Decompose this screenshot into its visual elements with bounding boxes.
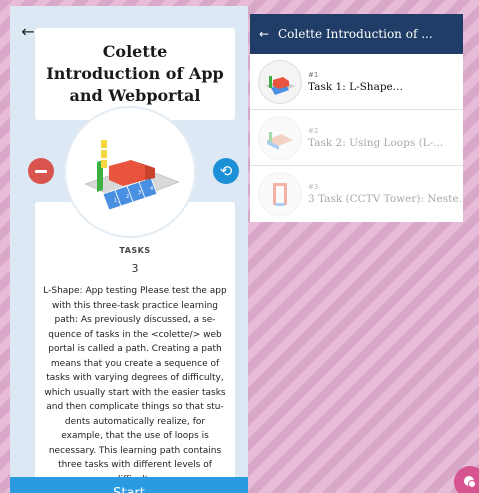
svg-text:3: 3 <box>138 190 141 196</box>
chat-fab-button[interactable] <box>454 466 479 493</box>
chat-bubble-icon <box>464 476 476 488</box>
path-title: Colette Introduction of App and Webporta… <box>46 42 224 105</box>
task-thumbnail-icon <box>258 59 302 104</box>
path-thumbnail: 1 2 3 4 <box>64 106 196 238</box>
task-number: #3 <box>308 183 319 191</box>
refresh-button[interactable]: ⟲ <box>213 158 239 184</box>
remove-button[interactable] <box>28 158 54 184</box>
tasks-label: TASKS <box>119 246 151 255</box>
task-list-panel: ← Colette Introduction of ... #1 Task 1:… <box>250 6 479 493</box>
svg-text:4: 4 <box>150 186 153 192</box>
task-number: #1 <box>308 70 319 79</box>
task-item-1[interactable]: #1 Task 1: L-Shape... <box>250 54 463 110</box>
task-title: Task 2: Using Loops (L-... <box>308 136 444 149</box>
l-shape-3d-icon: 1 2 3 4 <box>84 140 180 211</box>
path-description: L-Shape: App testing Please test the app… <box>43 286 227 485</box>
task-thumbnail-icon <box>258 172 302 216</box>
task-list: #1 Task 1: L-Shape... #2 Task 2: Using L… <box>250 54 463 222</box>
task-title: Task 1: L-Shape... <box>308 80 403 93</box>
path-detail-panel: ← Colette Introduction of App and Webpor… <box>10 6 248 493</box>
svg-text:2: 2 <box>126 194 129 200</box>
refresh-icon: ⟲ <box>219 162 233 180</box>
task-thumbnail-icon <box>258 115 302 160</box>
task-title: 3 Task (CCTV Tower): Neste... <box>308 193 463 205</box>
task-list-header: ← Colette Introduction of ... <box>250 14 463 54</box>
back-arrow-icon[interactable]: ← <box>250 27 278 41</box>
tasks-count: 3 <box>131 262 139 275</box>
task-number: #2 <box>308 126 319 135</box>
task-item-3[interactable]: #3 3 Task (CCTV Tower): Neste... <box>250 166 463 222</box>
task-item-2[interactable]: #2 Task 2: Using Loops (L-... <box>250 110 463 166</box>
path-info-card: TASKS 3 L-Shape: App testing Please test… <box>35 202 235 493</box>
svg-text:1: 1 <box>114 198 117 204</box>
minus-icon <box>35 169 47 173</box>
header-title: Colette Introduction of ... <box>278 27 433 41</box>
start-button[interactable]: Start <box>10 477 248 493</box>
